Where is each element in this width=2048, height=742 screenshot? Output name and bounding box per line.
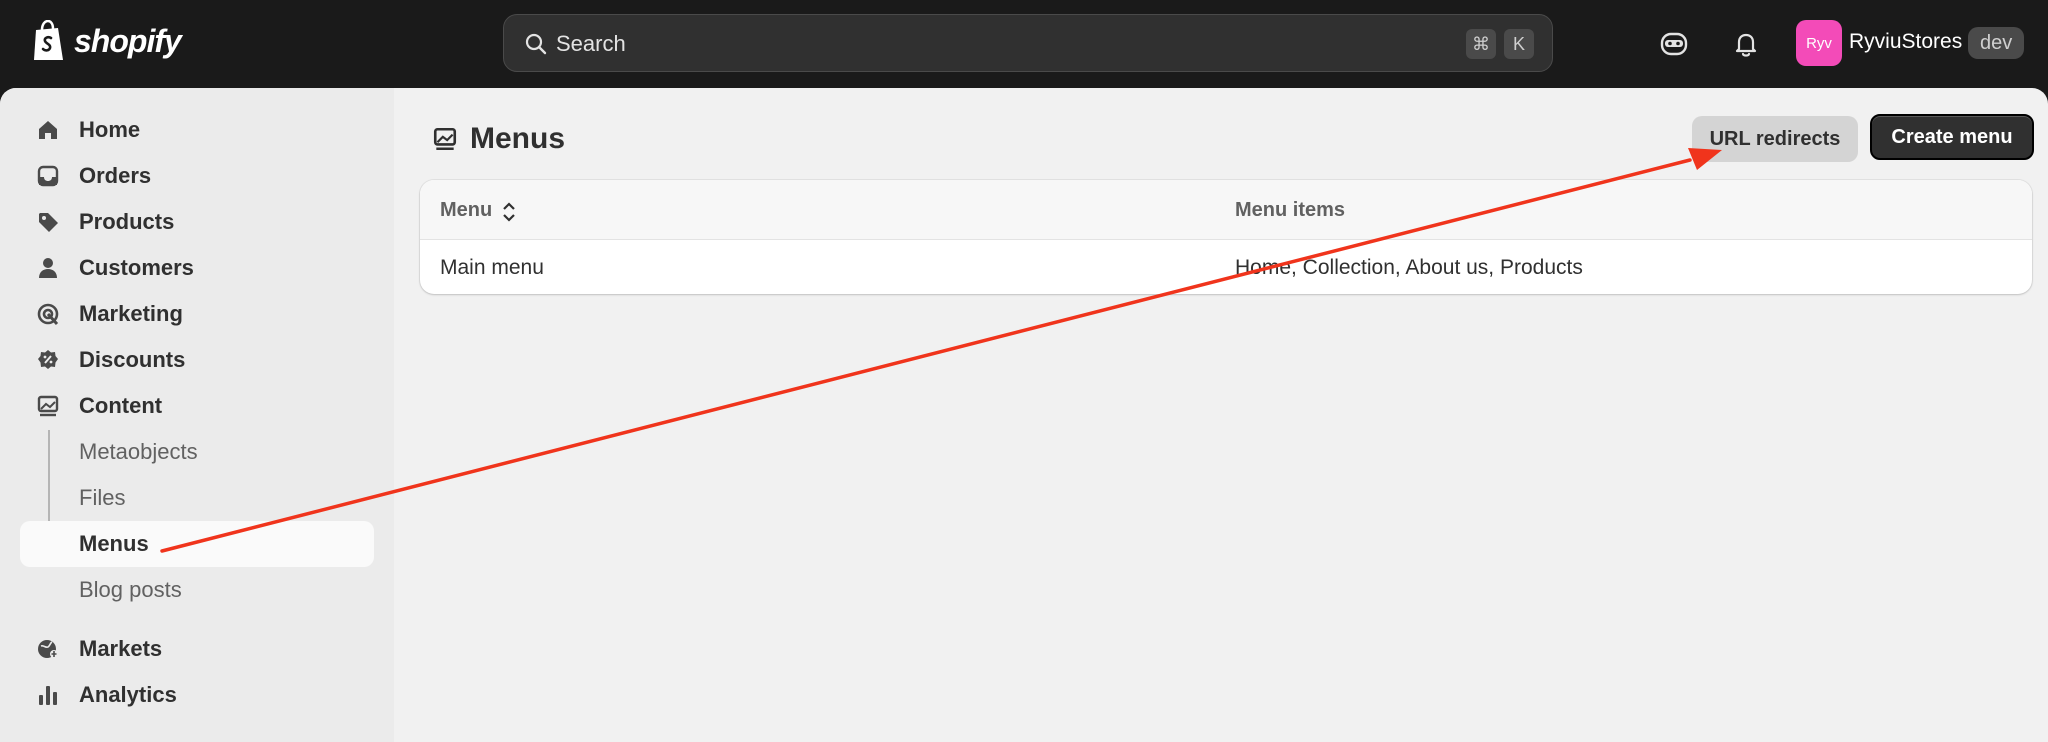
shortcut-cmd-key: ⌘ [1466,29,1496,59]
globe-icon [38,640,58,658]
sidebar-item-label: Orders [79,163,152,188]
tag-icon [39,213,58,232]
search-placeholder: Search [556,31,626,56]
column-header-menu-items: Menu items [1235,199,1346,221]
avatar[interactable]: Ryv [1796,20,1842,66]
sidebar-item-files[interactable]: Files [20,475,374,521]
image-icon [37,395,59,417]
main-content: Menus URL redirects Create menu Menu Men… [394,88,2048,742]
sidebar-item-label: Products [79,209,175,234]
sort-icon[interactable] [500,201,518,223]
person-icon [39,258,57,278]
sidebar-item-label: Customers [79,255,194,280]
sidebar-item-metaobjects[interactable]: Metaobjects [20,429,374,475]
bar-chart-icon [39,686,57,705]
table-header: Menu Menu items [420,180,2032,240]
sidekick-icon[interactable] [1658,28,1690,60]
sidebar-item-label: Metaobjects [79,439,198,464]
target-icon [37,303,59,326]
sidebar-item-customers[interactable]: Customers [20,245,374,291]
sidebar-item-orders[interactable]: Orders [20,153,374,199]
sidebar-item-home[interactable]: Home [20,107,374,153]
store-badge: dev [1968,27,2025,59]
sidebar-item-blog-posts[interactable]: Blog posts [20,567,374,613]
column-header-menu[interactable]: Menu [440,199,492,222]
shortcut-k-key: K [1504,29,1534,59]
home-icon [39,121,57,139]
menu-name-cell[interactable]: Main menu [440,256,544,280]
sidebar-item-products[interactable]: Products [20,199,374,245]
sidebar-item-label: Discounts [79,347,186,372]
menu-items-cell: Home, Collection, About us, Products [1235,256,1583,279]
create-menu-button[interactable]: Create menu [1870,114,2034,160]
logo-text: shopify [74,22,182,59]
sidebar-item-label: Blog posts [79,577,182,602]
sidebar-item-analytics[interactable]: Analytics [20,672,374,718]
page-title: Menus [470,122,566,155]
sidebar-item-markets[interactable]: Markets [20,626,374,672]
search-icon [525,33,547,55]
sidebar-item-label: Content [79,393,163,418]
sidebar-item-discounts[interactable]: Discounts [20,337,374,383]
sidebar-item-label: Menus [79,531,149,556]
inbox-icon [37,165,59,187]
sidebar-item-label: Marketing [79,301,183,326]
sidebar-item-marketing[interactable]: Marketing [20,291,374,337]
sidebar-item-label: Analytics [79,682,177,707]
sidebar-item-label: Home [79,117,141,142]
top-bar: shopify Search ⌘ K Ryv RyviuStores dev [0,0,2048,88]
discount-icon [38,350,58,369]
shopify-bag-icon [34,20,63,60]
url-redirects-button[interactable]: URL redirects [1692,116,1858,162]
sidebar: Home Orders Products Customers Marketing… [0,88,394,742]
store-name[interactable]: RyviuStores [1849,30,1962,54]
page-header: Menus [432,122,565,156]
sidebar-item-menus[interactable]: Menus [20,521,374,567]
sidebar-item-label: Files [79,485,126,510]
app-shell: Home Orders Products Customers Marketing… [0,88,2048,742]
sidebar-item-label: Markets [79,636,163,661]
shopify-logo[interactable]: shopify [32,20,182,62]
sidebar-item-content[interactable]: Content [20,383,374,429]
menus-table: Menu Menu items Main menu Home, Collecti… [420,180,2032,294]
bell-icon[interactable] [1730,28,1762,60]
image-icon [433,127,457,151]
search-bar[interactable]: Search ⌘ K [503,14,1553,72]
